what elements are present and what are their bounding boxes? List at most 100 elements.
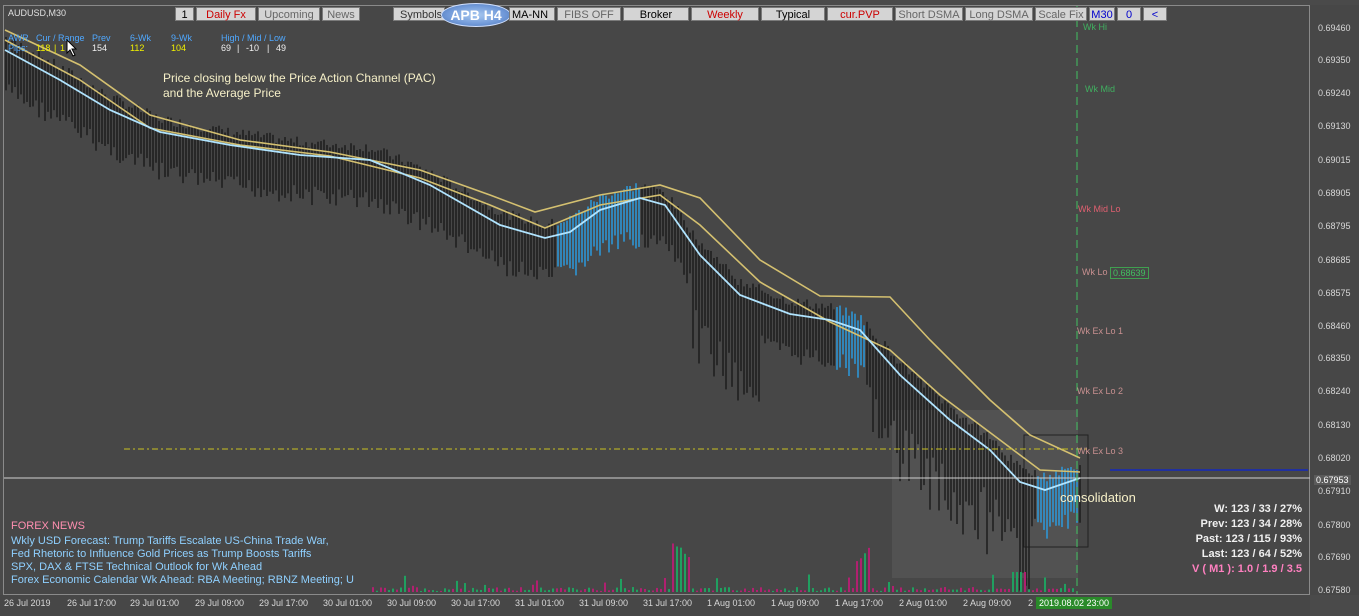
- news-item[interactable]: Forex Economic Calendar Wk Ahead: RBA Me…: [11, 574, 354, 586]
- volume-bar: [876, 590, 878, 592]
- volume-bar: [996, 588, 998, 592]
- time-tick-label: 1 Aug 01:00: [707, 598, 756, 608]
- volume-bar: [700, 588, 702, 592]
- volume-bar: [952, 589, 954, 592]
- short-dsma-button[interactable]: Short DSMA: [895, 7, 963, 21]
- back-arrow-button[interactable]: <: [1143, 7, 1167, 21]
- volume-bar: [472, 587, 474, 592]
- price-tick-label: 0.67910: [1318, 486, 1351, 496]
- news-item[interactable]: Wkly USD Forecast: Trump Tariffs Escalat…: [11, 535, 329, 547]
- time-tick-label: 26 Jul 2019: [4, 598, 51, 608]
- price-tick-label: 0.68460: [1318, 321, 1351, 331]
- volume-bar: [520, 587, 522, 592]
- volume-bar: [672, 543, 674, 592]
- price-tick-label: 0.68240: [1318, 386, 1351, 396]
- volume-bar: [964, 590, 966, 592]
- volume-bar: [932, 589, 934, 592]
- cur-sep: |: [54, 43, 57, 53]
- volume-bar: [844, 590, 846, 592]
- volume-bar: [656, 587, 658, 592]
- volume-bar: [900, 587, 902, 592]
- price-tick-label: 0.68685: [1318, 255, 1351, 265]
- volume-bar: [1004, 589, 1006, 592]
- volume-bar: [824, 588, 826, 592]
- volume-bar: [1016, 572, 1018, 592]
- mid-value: -10: [246, 43, 260, 53]
- broker-button[interactable]: Broker: [623, 7, 689, 21]
- volume-bar: [1060, 588, 1062, 592]
- annotation-line-2: and the Average Price: [163, 86, 281, 100]
- volume-bar: [712, 590, 714, 592]
- news-item[interactable]: Fed Rhetoric to Influence Gold Prices as…: [11, 548, 311, 560]
- stats-week: W: 123 / 33 / 27%: [1214, 503, 1302, 515]
- volume-bar: [592, 588, 594, 592]
- volume-bar: [668, 589, 670, 592]
- price-tick-label: 0.67690: [1318, 552, 1351, 562]
- volume-bar: [984, 590, 986, 592]
- prev-header: Prev: [92, 33, 111, 43]
- symbol-title: AUDUSD,M30: [8, 8, 67, 18]
- volume-bar: [500, 590, 502, 592]
- hml-sep-2: |: [267, 43, 270, 53]
- tf-button[interactable]: 1: [175, 7, 194, 21]
- volume-bar: [568, 587, 570, 592]
- volume-bar: [612, 589, 614, 592]
- upcoming-button[interactable]: Upcoming: [258, 7, 320, 21]
- volume-bar: [376, 590, 378, 592]
- zero-button[interactable]: 0: [1117, 7, 1141, 21]
- volume-bar: [616, 587, 618, 592]
- volume-bar: [936, 589, 938, 592]
- stats-prev: Prev: 123 / 34 / 28%: [1200, 518, 1302, 530]
- symbols-button[interactable]: Symbols: [393, 7, 445, 21]
- volume-bar: [432, 590, 434, 592]
- volume-bar: [800, 590, 802, 592]
- nine-wk-header: 9-Wk: [171, 33, 192, 43]
- volume-bar: [624, 588, 626, 592]
- time-tick-label: 2 Aug 01:00: [899, 598, 948, 608]
- volume-bar: [440, 590, 442, 592]
- cur-value: 118: [36, 43, 51, 53]
- volume-bar: [780, 590, 782, 592]
- stats-last: Last: 123 / 64 / 52%: [1201, 548, 1302, 560]
- volume-bar: [868, 547, 870, 592]
- volume-bar: [540, 587, 542, 592]
- volume-bar: [444, 588, 446, 592]
- volume-bar: [524, 590, 526, 592]
- volume-bar: [528, 589, 530, 592]
- volume-bar: [804, 590, 806, 592]
- volume-bar: [968, 588, 970, 592]
- news-button[interactable]: News: [322, 7, 360, 21]
- volume-bar: [456, 580, 458, 592]
- volume-bar: [760, 587, 762, 592]
- volume-bar: [832, 590, 834, 592]
- long-dsma-button[interactable]: Long DSMA: [965, 7, 1033, 21]
- volume-bar: [920, 590, 922, 592]
- volume-bar: [388, 590, 390, 592]
- volume-bar: [416, 587, 418, 592]
- volume-bar: [560, 587, 562, 592]
- volume-bar: [856, 561, 858, 592]
- fibs-off-button[interactable]: FIBS OFF: [557, 7, 621, 21]
- volume-bar: [728, 587, 730, 592]
- volume-bar: [1000, 588, 1002, 592]
- volume-bar: [692, 588, 694, 592]
- news-item[interactable]: SPX, DAX & FTSE Technical Outlook for Wk…: [11, 561, 262, 573]
- apb-h4-logo[interactable]: APB H4: [441, 3, 511, 27]
- m30-button[interactable]: M30: [1089, 7, 1115, 21]
- ma-nn-button[interactable]: MA-NN: [509, 7, 555, 21]
- time-tick-label: 1 Aug 09:00: [771, 598, 820, 608]
- volume-bar: [948, 589, 950, 592]
- volume-bar: [744, 588, 746, 592]
- typical-button[interactable]: Typical: [761, 7, 825, 21]
- time-tick-label: 26 Jul 17:00: [67, 598, 117, 608]
- volume-bar: [792, 590, 794, 592]
- scale-fix-button[interactable]: Scale Fix: [1035, 7, 1087, 21]
- weekly-button[interactable]: Weekly: [691, 7, 759, 21]
- volume-bar: [884, 587, 886, 592]
- cur-pvp-button[interactable]: cur.PVP: [827, 7, 893, 21]
- daily-fx-button[interactable]: Daily Fx: [196, 7, 256, 21]
- volume-bar: [768, 589, 770, 592]
- six-wk-header: 6-Wk: [130, 33, 151, 43]
- volume-bar: [532, 584, 534, 592]
- volume-bar: [980, 589, 982, 592]
